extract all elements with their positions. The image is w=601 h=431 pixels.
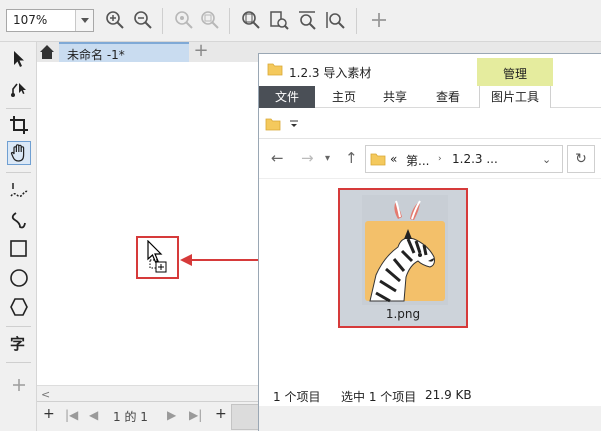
quick-access-bar — [259, 109, 601, 139]
horizontal-scrollbar[interactable]: < — [37, 385, 259, 401]
freehand-tool-icon[interactable] — [8, 180, 30, 202]
explorer-title: 1.2.3 导入素材 — [289, 66, 372, 80]
tab-share[interactable]: 共享 — [373, 86, 417, 108]
tab-home[interactable]: 主页 — [319, 86, 369, 108]
next-page-icon[interactable]: ▶ — [167, 408, 176, 422]
address-dropdown-icon[interactable]: ⌄ — [542, 153, 551, 166]
crop-icon[interactable] — [8, 114, 30, 136]
address-folder-icon — [370, 153, 386, 166]
zoom-page-icon[interactable] — [240, 9, 262, 31]
add-tool-icon[interactable] — [8, 374, 30, 396]
toolbox: 字 — [0, 42, 37, 431]
navigation-bar: ← → ▾ ↑ « 第... › 1.2.3 ... ⌄ ↻ — [259, 139, 601, 179]
zoom-out-icon[interactable] — [132, 9, 154, 31]
up-icon[interactable]: ↑ — [345, 149, 358, 167]
page-counter: 1 的 1 — [113, 410, 148, 424]
item-count: 1 个项目 — [273, 390, 321, 404]
explorer-title-bar: 1.2.3 导入素材 管理 — [259, 54, 601, 86]
text-icon[interactable]: 字 — [8, 332, 30, 354]
file-name: 1.png — [385, 307, 421, 321]
address-separator-icon: › — [438, 154, 442, 164]
quick-access-folder-icon[interactable] — [265, 117, 281, 131]
document-tab[interactable]: 未命名 -1* — [59, 42, 189, 62]
zoom-dropdown-icon[interactable] — [75, 10, 93, 31]
add-icon[interactable] — [368, 9, 390, 31]
last-page-icon[interactable]: ▶| — [189, 408, 202, 422]
hand-icon[interactable] — [8, 142, 30, 164]
toolbar-divider — [229, 8, 230, 34]
drawing-canvas[interactable] — [37, 62, 259, 385]
address-segment-1[interactable]: 第... — [406, 152, 429, 169]
drag-copy-cursor-icon — [147, 240, 167, 273]
customize-dropdown-icon[interactable] — [289, 119, 299, 129]
address-overflow[interactable]: « — [390, 152, 397, 166]
add-page-after-button[interactable]: + — [215, 406, 227, 422]
ellipse-tool-icon[interactable] — [8, 267, 30, 289]
folder-icon — [267, 63, 283, 76]
first-page-icon[interactable]: |◀ — [65, 408, 78, 422]
toolbar-divider — [162, 8, 163, 34]
pointer-icon[interactable] — [8, 48, 30, 70]
document-tab-title: 未命名 -1* — [67, 48, 125, 62]
selected-count: 选中 1 个项目 — [341, 390, 417, 404]
zoom-in-icon[interactable] — [104, 9, 126, 31]
svg-text:字: 字 — [10, 335, 25, 353]
zoom-selection-icon[interactable] — [173, 9, 195, 31]
file-explorer-window: 1.2.3 导入素材 管理 文件 主页 共享 查看 图片工具 ← → ▾ ↑ «… — [258, 53, 601, 431]
zoom-page-height-icon[interactable] — [296, 9, 318, 31]
explorer-bottom-edge — [259, 406, 601, 431]
tab-picture-tools[interactable]: 图片工具 — [479, 86, 551, 108]
scroll-left-icon[interactable]: < — [41, 388, 50, 401]
address-segment-2[interactable]: 1.2.3 ... — [452, 152, 498, 166]
ribbon-tabs: 文件 主页 共享 查看 图片工具 — [259, 86, 601, 108]
new-document-tab-button[interactable]: + — [191, 42, 211, 62]
zoom-fit-icon[interactable] — [324, 9, 346, 31]
zoom-value: 107% — [13, 13, 48, 27]
polygon-tool-icon[interactable] — [8, 296, 30, 318]
toolbox-divider — [6, 108, 31, 109]
file-list[interactable]: 1.png — [259, 180, 601, 380]
refresh-button[interactable]: ↻ — [567, 145, 595, 173]
toolbox-divider — [6, 326, 31, 327]
address-bar[interactable]: « 第... › 1.2.3 ... ⌄ — [365, 145, 563, 173]
toolbar-divider — [356, 8, 357, 34]
zoom-all-objects-icon[interactable] — [199, 9, 221, 31]
manage-context-label: 管理 — [502, 67, 527, 81]
file-item-selected[interactable]: 1.png — [338, 188, 468, 328]
rectangle-tool-icon[interactable] — [8, 238, 30, 260]
top-toolbar: 107% — [0, 0, 601, 42]
manage-context-tab[interactable]: 管理 — [477, 58, 553, 86]
tab-file[interactable]: 文件 — [259, 86, 315, 108]
recent-dropdown-icon[interactable]: ▾ — [325, 153, 330, 164]
toolbox-divider — [6, 362, 31, 363]
zebra-image — [362, 195, 448, 305]
home-icon[interactable] — [37, 42, 57, 62]
selected-size: 21.9 KB — [425, 388, 472, 402]
curve-tool-icon[interactable] — [8, 209, 30, 231]
tab-view[interactable]: 查看 — [425, 86, 471, 108]
explorer-status-bar: 1 个项目 选中 1 个项目 21.9 KB — [259, 380, 601, 406]
toolbox-divider — [6, 172, 31, 173]
add-page-button[interactable]: + — [43, 406, 55, 422]
forward-icon[interactable]: → — [301, 149, 314, 167]
zoom-page-width-icon[interactable] — [268, 9, 290, 31]
zoom-select[interactable]: 107% — [6, 9, 94, 32]
back-icon[interactable]: ← — [271, 149, 284, 167]
shape-tool-icon[interactable] — [8, 78, 30, 100]
prev-page-icon[interactable]: ◀ — [89, 408, 98, 422]
